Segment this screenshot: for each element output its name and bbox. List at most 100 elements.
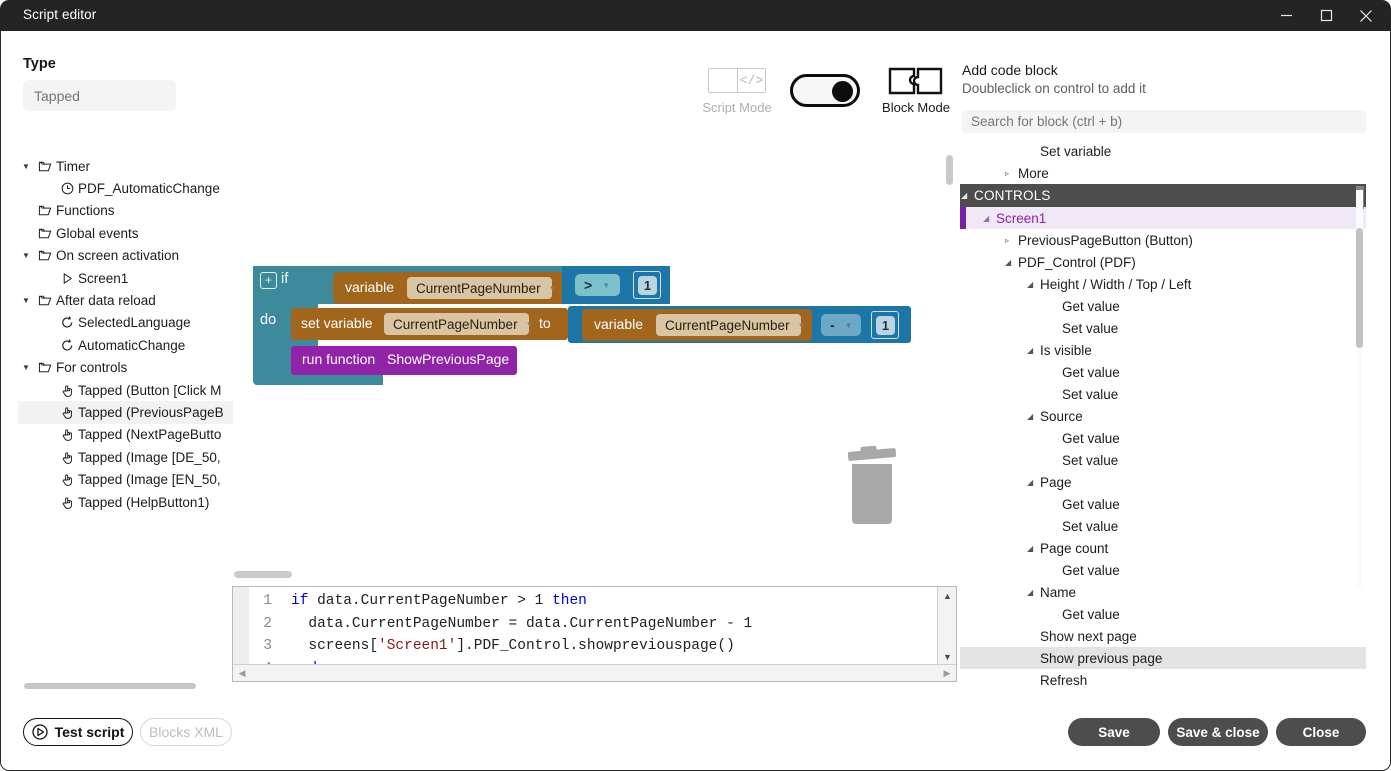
block-list-item[interactable]: Set value <box>960 515 1366 537</box>
chevron-down-icon[interactable]: ▼ <box>18 251 34 260</box>
tree-item[interactable]: PDF_AutomaticChange <box>18 177 233 199</box>
condition-variable-block[interactable]: variable CurrentPageNumber ▼ <box>333 272 563 304</box>
condition-number-block[interactable]: 1 <box>633 271 661 299</box>
math-expression-block[interactable]: variable CurrentPageNumber ▼ - ▼ 1 <box>568 306 911 343</box>
block-list-item[interactable]: Get value <box>960 603 1366 625</box>
block-list-item[interactable]: ◢ Is visible <box>960 339 1366 361</box>
block-list-item[interactable]: ◢ PDF_Control (PDF) <box>960 251 1366 273</box>
chevron-down-icon[interactable]: ◢ <box>1027 478 1033 487</box>
tree-item[interactable]: ▼ For controls <box>18 357 233 379</box>
script-mode-icon[interactable]: </> <box>708 68 766 93</box>
code-vertical-scrollbar[interactable]: ▲ ▼ <box>937 587 956 665</box>
block-list-item[interactable]: Show previous page <box>960 647 1366 669</box>
chevron-down-icon[interactable]: ▼ <box>18 363 34 372</box>
block-list-item[interactable]: ▹ More <box>960 162 1366 184</box>
block-list-item[interactable]: ◢ CONTROLS <box>960 184 1366 207</box>
tree-item[interactable]: Global events <box>18 222 233 244</box>
block-list-item[interactable]: ◢ Page count <box>960 537 1366 559</box>
if-add-button[interactable]: + <box>260 272 277 289</box>
scroll-up-icon[interactable]: ▲ <box>938 588 957 603</box>
scroll-left-icon[interactable]: ◀ <box>234 665 250 681</box>
block-list-item[interactable]: ◢ Source <box>960 405 1366 427</box>
set-variable-name-dropdown[interactable]: CurrentPageNumber ▼ <box>384 313 533 335</box>
tree-item[interactable]: Tapped (NextPageButto <box>18 424 233 446</box>
chevron-right-icon[interactable]: ▹ <box>1005 236 1009 245</box>
block-list-item[interactable]: ◢ Name <box>960 581 1366 603</box>
tree-item[interactable]: Functions <box>18 200 233 222</box>
tree-item[interactable]: Tapped (HelpButton1) <box>18 491 233 513</box>
expr-number-block[interactable]: 1 <box>871 311 899 339</box>
condition-variable-dropdown[interactable]: CurrentPageNumber ▼ <box>407 277 556 299</box>
code-preview[interactable]: 1 if data.CurrentPageNumber > 1 then 2 dat… <box>232 586 957 682</box>
expr-variable-dropdown[interactable]: CurrentPageNumber ▼ <box>656 314 805 336</box>
close-button[interactable]: Close <box>1276 718 1366 746</box>
block-list-item[interactable]: ▹ PreviousPageButton (Button) <box>960 229 1366 251</box>
tree-item[interactable]: ▼ Timer <box>18 155 233 177</box>
block-list-item-label: Get value <box>1062 562 1120 578</box>
canvas-vertical-scrollbar[interactable] <box>946 155 953 185</box>
tree-item[interactable]: AutomaticChange <box>18 334 233 356</box>
chevron-down-icon[interactable]: ▼ <box>18 296 34 305</box>
expr-variable-block[interactable]: variable CurrentPageNumber ▼ <box>582 309 812 341</box>
maximize-button[interactable] <box>1305 0 1347 31</box>
math-operator-dropdown[interactable]: - ▼ <box>821 314 861 336</box>
save-button[interactable]: Save <box>1068 718 1160 746</box>
block-list-item[interactable]: ◢ Height / Width / Top / Left <box>960 273 1366 295</box>
run-function-block[interactable]: run function ShowPreviousPage <box>291 346 517 375</box>
block-list-item[interactable]: ◢ Screen1 <box>960 207 1366 229</box>
save-and-close-button[interactable]: Save & close <box>1168 718 1268 746</box>
tree-item[interactable]: Tapped (Image [DE_50, <box>18 446 233 468</box>
canvas-horizontal-scrollbar[interactable] <box>234 571 292 578</box>
chevron-down-icon[interactable]: ◢ <box>1027 412 1033 421</box>
block-list-item[interactable]: Get value <box>960 559 1366 581</box>
block-list-item[interactable]: Set value <box>960 449 1366 471</box>
comparison-operator-dropdown[interactable]: > ▼ <box>575 274 620 296</box>
mode-toggle[interactable] <box>790 74 860 107</box>
blocks-panel[interactable]: Set variable ▹ More ◢ CONTROLS ◢ Screen1 ▹ Previ… <box>960 140 1366 700</box>
scroll-right-icon[interactable]: ▶ <box>939 665 955 681</box>
tree-item[interactable]: Tapped (Button [Click M <box>18 379 233 401</box>
set-variable-block[interactable]: set variable CurrentPageNumber ▼ to <box>291 308 568 340</box>
search-block-input[interactable] <box>962 110 1366 133</box>
tree-item[interactable]: ▼ On screen activation <box>18 245 233 267</box>
chevron-down-icon[interactable]: ◢ <box>1027 280 1033 289</box>
block-list-item[interactable]: Set variable <box>960 140 1366 162</box>
chevron-down-icon[interactable]: ▼ <box>18 162 34 171</box>
close-window-button[interactable] <box>1345 0 1387 31</box>
block-list-item[interactable]: Get value <box>960 493 1366 515</box>
block-list-item[interactable]: Get value <box>960 295 1366 317</box>
blocks-xml-button[interactable]: Blocks XML <box>140 718 232 746</box>
block-list-item[interactable]: Get value <box>960 427 1366 449</box>
trash-icon[interactable] <box>847 447 897 525</box>
block-list-item[interactable]: Set value <box>960 317 1366 339</box>
block-list-item[interactable]: Get value <box>960 361 1366 383</box>
chevron-down-icon[interactable]: ◢ <box>1027 544 1033 553</box>
code-horizontal-scrollbar[interactable]: ◀ ▶ <box>233 664 956 681</box>
tree-horizontal-scrollbar[interactable] <box>24 683 196 689</box>
tree-item[interactable]: SelectedLanguage <box>18 312 233 334</box>
tree-item[interactable]: Screen1 <box>18 267 233 289</box>
chevron-down-icon[interactable]: ◢ <box>983 214 989 223</box>
chevron-down-icon[interactable]: ◢ <box>1005 258 1011 267</box>
test-script-button[interactable]: Test script <box>23 718 133 746</box>
block-list-item[interactable]: Set value <box>960 383 1366 405</box>
comparison-block[interactable]: > ▼ 1 <box>562 266 670 304</box>
chevron-down-icon[interactable]: ◢ <box>1027 588 1033 597</box>
minimize-button[interactable] <box>1265 0 1307 31</box>
add-code-block-title: Add code block <box>962 62 1058 78</box>
blocks-panel-scroll-thumb[interactable] <box>1356 228 1363 348</box>
block-list-item[interactable]: Show next page <box>960 625 1366 647</box>
block-list-item[interactable]: Refresh <box>960 669 1366 691</box>
tree-item[interactable]: ▼ After data reload <box>18 289 233 311</box>
chevron-right-icon[interactable]: ▹ <box>1005 169 1009 178</box>
script-tree[interactable]: ▼ Timer PDF_AutomaticChange Functions Global… <box>18 155 233 575</box>
type-input[interactable] <box>23 80 176 111</box>
chevron-down-icon[interactable]: ◢ <box>961 191 967 200</box>
tree-item[interactable]: Tapped (PreviousPageB <box>18 401 233 424</box>
block-list-item[interactable]: ◢ Page <box>960 471 1366 493</box>
tree-item[interactable]: Tapped (Image [EN_50, <box>18 468 233 490</box>
block-mode-icon[interactable] <box>888 66 943 96</box>
chevron-down-icon[interactable]: ◢ <box>1027 346 1033 355</box>
scroll-down-icon[interactable]: ▼ <box>938 649 957 664</box>
blockly-canvas[interactable]: + if do variable CurrentPageNumber ▼ > ▼… <box>234 139 956 570</box>
